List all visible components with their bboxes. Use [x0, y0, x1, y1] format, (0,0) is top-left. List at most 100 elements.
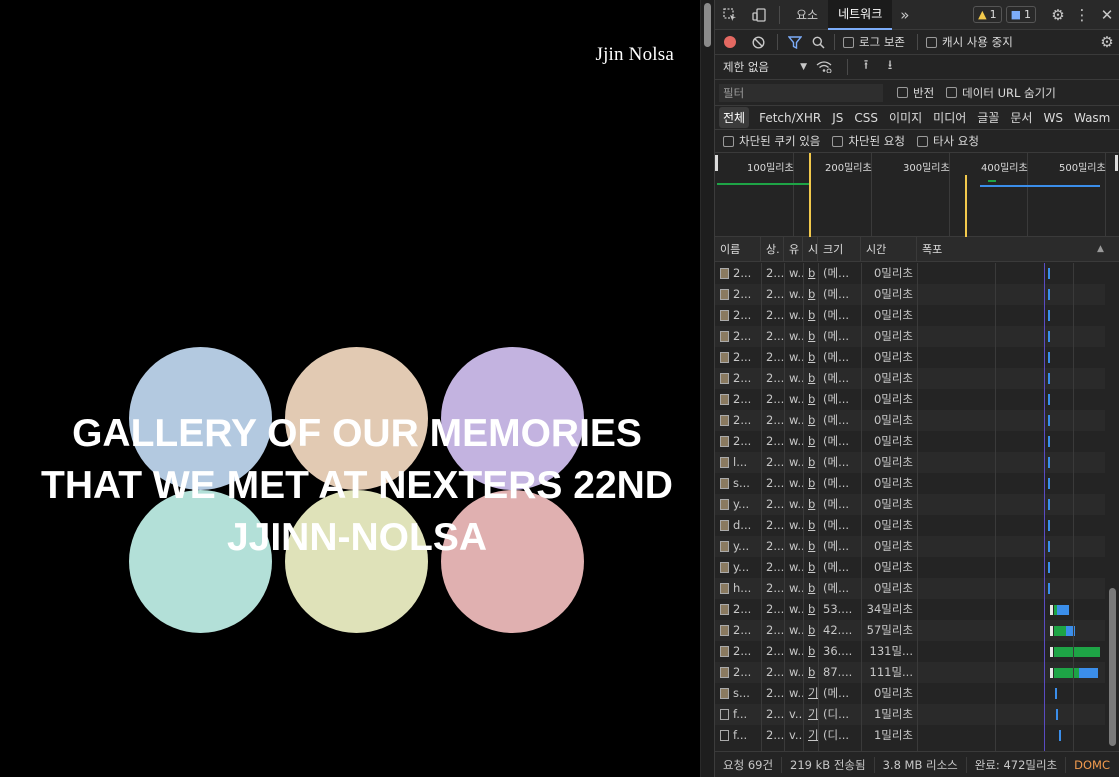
cell-waterfall — [917, 662, 1105, 683]
table-row[interactable]: d... 2... w... b (메... 0밀리초 — [715, 515, 1105, 536]
type-img[interactable]: 이미지 — [885, 107, 926, 128]
device-toolbar-icon[interactable] — [745, 0, 773, 30]
filter-icon[interactable] — [784, 35, 806, 49]
table-row[interactable]: 2... 2... w... b (메... 0밀리초 — [715, 263, 1105, 284]
inspect-element-icon[interactable] — [715, 0, 745, 30]
waterfall-bar — [1048, 478, 1050, 489]
waterfall-bar — [1059, 730, 1061, 741]
type-media[interactable]: 미디어 — [929, 107, 970, 128]
table-row[interactable]: y... 2... w... b (메... 0밀리초 — [715, 536, 1105, 557]
table-row[interactable]: 2... 2... w... b 53.... 34밀리초 — [715, 599, 1105, 620]
blocked-cookies-box[interactable] — [723, 135, 734, 147]
table-row[interactable]: 2... 2... w... b 42.... 57밀리초 — [715, 620, 1105, 641]
import-har-icon[interactable]: ⭱ — [854, 56, 878, 78]
file-thumbnail-icon — [720, 331, 729, 342]
request-table-scrollbar[interactable] — [1105, 263, 1119, 751]
third-party-box[interactable] — [916, 135, 928, 147]
messages-badge[interactable]: ■ 1 — [1005, 6, 1036, 23]
table-row[interactable]: h... 2... w... b (메... 0밀리초 — [715, 578, 1105, 599]
network-settings-gear-icon[interactable]: ⚙ — [1094, 33, 1119, 51]
col-initiator[interactable]: 시 — [803, 237, 818, 262]
table-row[interactable]: 2... 2... w... b 36.... 131밀... — [715, 641, 1105, 662]
more-options-icon[interactable]: ⋮ — [1070, 6, 1094, 24]
type-wasm[interactable]: Wasm — [1070, 109, 1114, 127]
record-icon[interactable] — [715, 36, 745, 48]
type-ws[interactable]: WS — [1039, 109, 1066, 127]
preserve-log-box[interactable] — [843, 36, 854, 48]
warnings-badge[interactable]: ▲ 1 — [973, 6, 1002, 23]
cell-type: w... — [789, 266, 803, 280]
type-css[interactable]: CSS — [850, 109, 882, 127]
hide-data-urls-checkbox[interactable]: 데이터 URL 숨기기 — [946, 85, 1056, 101]
request-table-header: 이름 상. 유 시 크기 시간 폭포 ▲ — [715, 237, 1119, 262]
throttling-select[interactable]: 제한 없음 ▼ — [715, 59, 807, 75]
table-row[interactable]: 2... 2... w... b (메... 0밀리초 — [715, 326, 1105, 347]
blocked-cookies-checkbox[interactable]: 차단된 쿠키 있음 — [723, 133, 820, 149]
col-type[interactable]: 유 — [784, 237, 803, 262]
cell-name: f... — [715, 725, 761, 746]
type-doc[interactable]: 문서 — [1006, 107, 1036, 128]
col-status[interactable]: 상. — [761, 237, 784, 262]
type-font[interactable]: 글꼴 — [973, 107, 1003, 128]
waterfall-bar — [1048, 541, 1050, 552]
tab-network[interactable]: 네트워크 — [828, 0, 893, 30]
table-row[interactable]: f... 2... v... 기 (디... 1밀리초 — [715, 725, 1105, 746]
col-time[interactable]: 시간 — [861, 237, 917, 262]
invert-box[interactable] — [897, 87, 908, 98]
preserve-log-checkbox[interactable]: 로그 보존 — [843, 34, 905, 50]
page-scrollbar[interactable] — [700, 0, 714, 777]
sort-ascending-icon[interactable]: ▲ — [1097, 244, 1104, 254]
toolbar-divider — [834, 34, 835, 50]
tab-elements[interactable]: 요소 — [786, 0, 828, 30]
blocked-requests-checkbox[interactable]: 차단된 요청 — [832, 133, 905, 149]
table-row[interactable]: 2... 2... w... b (메... 0밀리초 — [715, 410, 1105, 431]
table-row[interactable]: s... 2... w... b (메... 0밀리초 — [715, 473, 1105, 494]
column-divider — [861, 263, 862, 751]
table-row[interactable]: f... 2... v... 기 (디... 1밀리초 — [715, 704, 1105, 725]
cell-size: (메... — [823, 350, 850, 364]
table-row[interactable]: 2... 2... w... b (메... 0밀리초 — [715, 431, 1105, 452]
more-tabs-icon[interactable]: » — [892, 0, 917, 30]
table-row[interactable]: 2... 2... w... b (메... 0밀리초 — [715, 347, 1105, 368]
status-transferred: 219 kB 전송됨 — [782, 756, 875, 773]
table-row[interactable]: 2... 2... w... b (메... 0밀리초 — [715, 305, 1105, 326]
type-js[interactable]: JS — [828, 109, 847, 127]
network-overview[interactable]: 100밀리초 200밀리초 300밀리초 400밀리초 500밀리초 — [715, 153, 1119, 237]
hide-data-urls-box[interactable] — [946, 87, 958, 98]
table-row[interactable]: s... 2... w... 기 (메... 0밀리초 — [715, 683, 1105, 704]
waterfall-bar — [1048, 562, 1050, 573]
table-row[interactable]: y... 2... w... b (메... 0밀리초 — [715, 494, 1105, 515]
cell-waterfall — [917, 368, 1105, 389]
cell-status: 2... — [766, 539, 784, 553]
clear-icon[interactable] — [745, 35, 771, 49]
close-devtools-icon[interactable]: ✕ — [1094, 6, 1119, 24]
network-conditions-wifi-icon[interactable] — [807, 61, 841, 73]
invert-checkbox[interactable]: 반전 — [897, 85, 934, 101]
col-name[interactable]: 이름 — [715, 237, 761, 262]
third-party-checkbox[interactable]: 타사 요청 — [916, 133, 979, 149]
type-fetch-xhr[interactable]: Fetch/XHR — [755, 109, 825, 127]
table-row[interactable]: 2... 2... w... b 87.... 111밀... — [715, 662, 1105, 683]
overview-handle-right[interactable] — [1115, 155, 1118, 171]
overview-label-500: 500밀리초 — [1059, 163, 1106, 174]
blocked-requests-box[interactable] — [832, 135, 844, 147]
disable-cache-checkbox[interactable]: 캐시 사용 중지 — [925, 34, 1013, 50]
cell-init: b — [808, 413, 816, 427]
col-size[interactable]: 크기 — [818, 237, 861, 262]
site-logo[interactable]: Jjin Nolsa — [595, 44, 674, 66]
col-waterfall[interactable]: 폭포 — [917, 237, 1119, 262]
export-har-icon[interactable]: ⭳ — [878, 56, 902, 78]
table-row[interactable]: 2... 2... w... b (메... 0밀리초 — [715, 284, 1105, 305]
overview-handle-left[interactable] — [715, 155, 718, 171]
table-row[interactable]: 2... 2... w... b (메... 0밀리초 — [715, 368, 1105, 389]
disable-cache-box[interactable] — [925, 36, 937, 48]
table-row[interactable]: 2... 2... w... b (메... 0밀리초 — [715, 389, 1105, 410]
settings-gear-icon[interactable]: ⚙ — [1046, 6, 1070, 24]
page-scrollbar-thumb[interactable] — [704, 3, 711, 47]
search-icon[interactable] — [806, 36, 830, 49]
type-all[interactable]: 전체 — [719, 107, 750, 128]
filter-input[interactable]: 필터 — [719, 83, 883, 102]
table-row[interactable]: l... 2... w... b (메... 0밀리초 — [715, 452, 1105, 473]
table-row[interactable]: y... 2... w... b (메... 0밀리초 — [715, 557, 1105, 578]
request-table-scrollbar-thumb[interactable] — [1109, 588, 1116, 746]
